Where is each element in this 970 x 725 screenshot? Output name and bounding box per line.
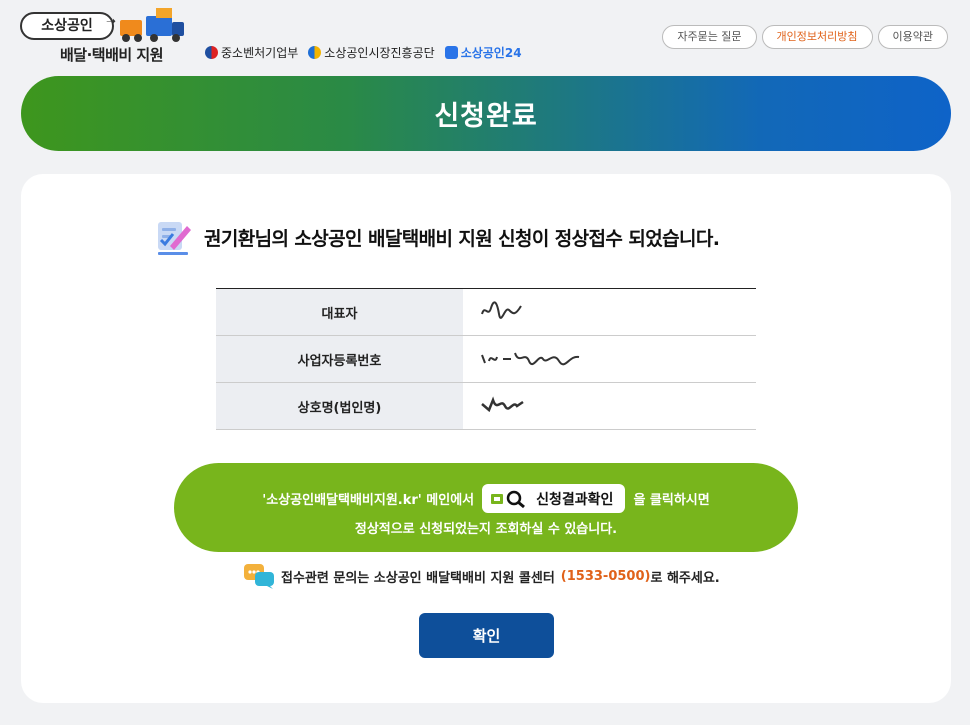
- mss-emblem-icon: [205, 46, 218, 59]
- semas-emblem-icon: [308, 46, 322, 59]
- confirm-button[interactable]: 확인: [419, 613, 554, 658]
- terms-link[interactable]: 이용약관: [877, 25, 948, 49]
- table-row: 상호명(법인명): [216, 382, 756, 430]
- logo-arrow-icon: ➝: [106, 14, 117, 28]
- callcenter-suffix: 로 해주세요.: [650, 570, 720, 586]
- row-value: [463, 382, 756, 430]
- notice-line-2: 정상적으로 신청되었는지 조회하실 수 있습니다.: [354, 522, 618, 537]
- org-mss[interactable]: 중소벤처기업부: [205, 44, 298, 61]
- application-info-table: 대표자 사업자등록번호 상호명(법인명): [216, 288, 756, 430]
- redacted-signature: [481, 396, 524, 413]
- completion-text: 권기환님의 소상공인 배달택배비 지원 신청이 정상접수 되었습니다.: [204, 227, 720, 250]
- completion-message: 권기환님의 소상공인 배달택배비 지원 신청이 정상접수 되었습니다.: [156, 218, 720, 256]
- page-banner: 신청완료: [21, 76, 951, 151]
- row-label: 사업자등록번호: [216, 335, 463, 383]
- redacted-signature: [481, 301, 522, 319]
- callcenter-phone: (1533-0500): [560, 568, 651, 584]
- redacted-signature: [481, 352, 580, 366]
- org-name: 중소벤처기업부: [221, 46, 299, 60]
- logo-pill: 소상공인: [20, 12, 114, 40]
- faq-link[interactable]: 자주묻는 질문: [662, 25, 757, 49]
- notice-suffix: 을 클릭하시면: [633, 493, 710, 508]
- check-button-label: 신청결과확인: [536, 491, 614, 508]
- row-label: 대표자: [216, 288, 463, 336]
- search-icon: [491, 490, 526, 508]
- org-semas[interactable]: 소상공인시장진흥공단: [308, 44, 435, 61]
- result-card: 권기환님의 소상공인 배달택배비 지원 신청이 정상접수 되었습니다. 대표자 …: [21, 174, 951, 703]
- row-label: 상호명(법인명): [216, 382, 463, 430]
- notice-line-1: '소상공인배달택배비지원.kr' 메인에서 신청결과확인 을 클릭하시면: [174, 484, 798, 513]
- org-name: 소상공인24: [460, 46, 522, 60]
- top-links: 자주묻는 질문 개인정보처리방침 이용약관: [662, 25, 948, 49]
- logo-subtitle: 배달·택배비 지원: [60, 46, 164, 64]
- row-value: [463, 335, 756, 383]
- org-name: 소상공인시장진흥공단: [324, 46, 435, 60]
- delivery-truck-icon: [120, 8, 184, 42]
- result-check-button-image: 신청결과확인: [482, 484, 626, 513]
- row-value: [463, 288, 756, 336]
- notice-prefix: '소상공인배달택배비지원.kr' 메인에서: [262, 493, 475, 508]
- chat-bubble-icon: [244, 564, 274, 589]
- callcenter-info: 접수관련 문의는 소상공인 배달택배비 지원 콜센터 (1533-0500) 로 …: [243, 563, 720, 589]
- notice-box: '소상공인배달택배비지원.kr' 메인에서 신청결과확인 을 클릭하시면 정상적…: [174, 463, 798, 552]
- privacy-policy-link[interactable]: 개인정보처리방침: [761, 25, 873, 49]
- site-logo[interactable]: 소상공인 ➝ 배달·택배비 지원: [20, 8, 190, 64]
- table-row: 대표자: [216, 288, 756, 336]
- table-row: 사업자등록번호: [216, 335, 756, 383]
- page-title: 신청완료: [434, 101, 538, 132]
- sbiz24-emblem-icon: [444, 46, 458, 59]
- checklist-pen-icon: [158, 222, 191, 255]
- org-list: 중소벤처기업부 소상공인시장진흥공단 소상공인24: [205, 44, 522, 61]
- org-sbiz24[interactable]: 소상공인24: [444, 44, 522, 61]
- callcenter-prefix: 접수관련 문의는 소상공인 배달택배비 지원 콜센터: [281, 570, 555, 586]
